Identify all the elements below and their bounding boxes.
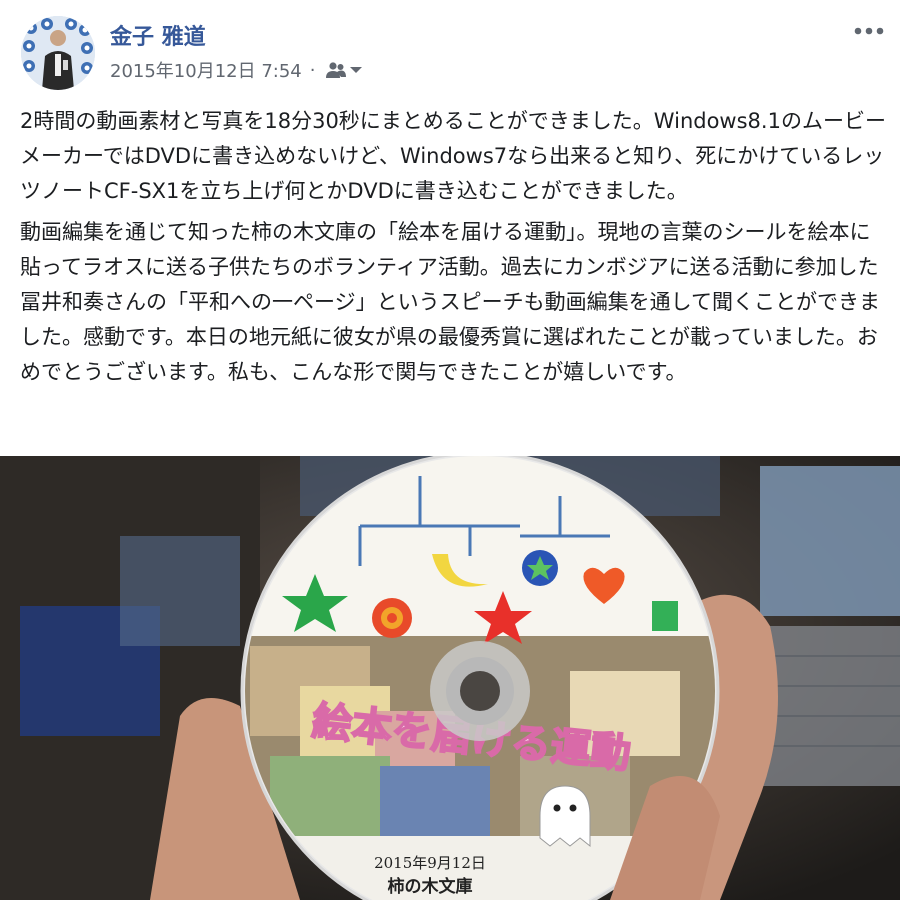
post-timestamp[interactable]: 2015年10月12日 7:54: [110, 57, 302, 83]
dvd-photo-image: 絵本を届ける運動 2015年9月12日 柿の木文庫: [0, 456, 900, 900]
avatar[interactable]: [21, 16, 95, 90]
post-paragraph: 動画編集を通じて知った柿の木文庫の「絵本を届ける運動」。現地の言葉のシールを絵本…: [20, 220, 880, 384]
friends-icon: [325, 62, 346, 78]
avatar-photo: [21, 16, 95, 90]
more-horizontal-icon: [854, 27, 884, 35]
audience-selector[interactable]: [324, 61, 364, 79]
post-meta: 2015年10月12日 7:54 ·: [110, 58, 364, 82]
more-options-button[interactable]: [852, 20, 886, 42]
disc-publisher: 柿の木文庫: [388, 876, 473, 897]
post-photo[interactable]: 絵本を届ける運動 2015年9月12日 柿の木文庫: [0, 456, 900, 900]
chevron-down-icon: [349, 67, 362, 73]
post-header: 金子 雅道 2015年10月12日 7:54 ·: [0, 0, 900, 100]
disc-date: 2015年9月12日: [374, 854, 486, 872]
post-body: 2時間の動画素材と写真を18分30秒にまとめることができました。Windows8…: [20, 104, 886, 390]
author-name[interactable]: 金子 雅道: [110, 19, 206, 51]
meta-separator: ·: [309, 59, 316, 81]
post-paragraph: 2時間の動画素材と写真を18分30秒にまとめることができました。Windows8…: [20, 109, 886, 203]
